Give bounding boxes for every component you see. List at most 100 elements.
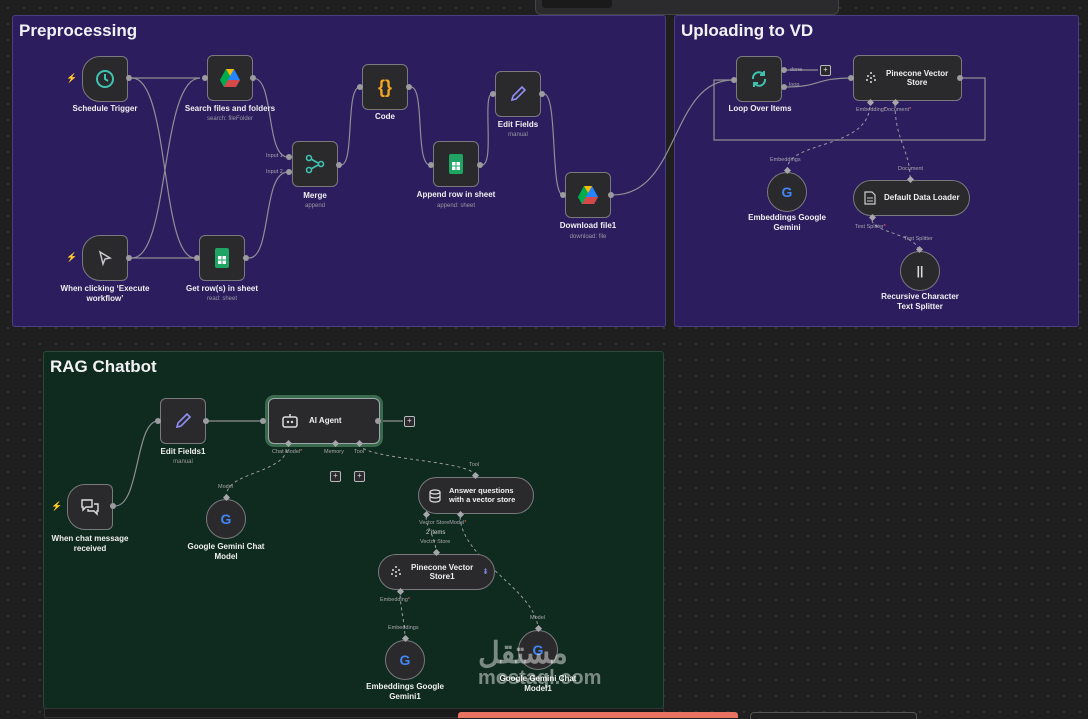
- sub-append-row: append: sheet: [436, 203, 476, 209]
- label-edit-fields: Edit Fields: [497, 120, 539, 129]
- node-recursive-splitter[interactable]: ||: [900, 251, 940, 291]
- google-g-icon: G: [220, 511, 232, 527]
- sub-merge: append: [304, 203, 326, 209]
- node-download-file[interactable]: [565, 172, 611, 218]
- port-label-vector-store-in: Vector Store: [420, 539, 451, 545]
- sub-edit-fields: manual: [508, 132, 528, 138]
- input-port[interactable]: [155, 418, 161, 424]
- output-port-loop[interactable]: [781, 84, 787, 90]
- node-pinecone-vector-store1[interactable]: Pinecone Vector Store1 ⇟: [378, 554, 495, 590]
- pinecone-title-line2: Store: [906, 78, 928, 87]
- input-port[interactable]: [202, 75, 208, 81]
- node-code[interactable]: {}: [362, 64, 408, 110]
- node-merge[interactable]: [292, 141, 338, 187]
- chat-bubbles-icon: [81, 499, 99, 516]
- output-port[interactable]: [608, 192, 614, 198]
- ai-agent-title: AI Agent: [309, 416, 342, 426]
- port-label-input1: Input 1: [266, 153, 283, 159]
- port-label-tool: Tool: [354, 449, 365, 455]
- node-chat-trigger[interactable]: [67, 484, 113, 530]
- pinecone-title-line1: Pinecone Vector: [886, 68, 949, 78]
- output-port[interactable]: [110, 503, 116, 509]
- add-memory-button[interactable]: +: [330, 471, 341, 482]
- node-gemini-chat-model[interactable]: G: [206, 499, 246, 539]
- output-port[interactable]: [375, 418, 381, 424]
- input-port[interactable]: [428, 162, 434, 168]
- node-append-row[interactable]: [433, 141, 479, 187]
- label-schedule-trigger: Schedule Trigger: [72, 104, 138, 113]
- add-node-button[interactable]: +: [404, 416, 415, 427]
- port-label-chat-model: Chat Model*: [272, 449, 302, 455]
- pinecone1-title-line1: Pinecone Vector: [411, 562, 474, 572]
- output-port[interactable]: [539, 91, 545, 97]
- node-manual-trigger[interactable]: [82, 235, 128, 281]
- required-star: *: [883, 224, 886, 230]
- port-label-input2: Input 2: [266, 169, 283, 175]
- input-port[interactable]: [260, 418, 266, 424]
- port-label-model-text: Model: [449, 520, 465, 526]
- node-embeddings-google[interactable]: G: [767, 172, 807, 212]
- output-port[interactable]: [336, 162, 342, 168]
- robot-icon: [282, 414, 298, 428]
- label-gemini-chat-line1: Google Gemini Chat: [187, 542, 265, 551]
- port-label-model1: Model: [530, 615, 545, 621]
- label-manual-trigger: When clicking ‘Execute workflow’: [61, 284, 150, 303]
- top-canvas-tab[interactable]: [535, 0, 839, 15]
- node-default-data-loader[interactable]: Default Data Loader: [853, 180, 970, 216]
- output-port[interactable]: [957, 75, 963, 81]
- sticky-title-rag: RAG Chatbot: [50, 357, 157, 376]
- label-embeddings1-line2: Gemini1: [389, 691, 421, 701]
- sub-get-rows: read: sheet: [206, 296, 238, 302]
- top-canvas-tab-inner: [542, 0, 612, 8]
- google-drive-icon: [220, 69, 240, 87]
- port-label-tool-in: Tool: [469, 462, 480, 468]
- label-download-file: Download file1: [559, 221, 617, 230]
- default-loader-title: Default Data Loader: [884, 193, 960, 203]
- output-port[interactable]: [203, 418, 209, 424]
- label-embeddings-google-line1: Embeddings Google: [748, 213, 826, 222]
- output-port-done[interactable]: [781, 67, 787, 73]
- node-pinecone-vector-store[interactable]: Pinecone Vector Store: [853, 55, 962, 101]
- input-port-1[interactable]: [286, 154, 292, 160]
- node-edit-fields[interactable]: [495, 71, 541, 117]
- output-port[interactable]: [406, 84, 412, 90]
- label-append-row: Append row in sheet: [416, 190, 496, 199]
- node-search-files[interactable]: [207, 55, 253, 101]
- watermark: مستقل mostaql.com: [478, 639, 601, 690]
- input-port[interactable]: [731, 77, 737, 83]
- output-port[interactable]: [250, 75, 256, 81]
- required-star: *: [909, 107, 912, 113]
- output-port[interactable]: [477, 162, 483, 168]
- port-label-model: Model: [218, 484, 233, 490]
- node-ai-agent[interactable]: AI Agent: [268, 398, 380, 444]
- input-port[interactable]: [560, 192, 566, 198]
- input-port[interactable]: [848, 75, 854, 81]
- google-sheets-icon: [449, 154, 463, 174]
- node-edit-fields1[interactable]: [160, 398, 206, 444]
- label-gemini-chat-model: Google Gemini Chat Model: [188, 542, 265, 561]
- output-port[interactable]: [243, 255, 249, 261]
- node-embeddings-google1[interactable]: G: [385, 640, 425, 680]
- node-schedule-trigger[interactable]: [82, 56, 128, 102]
- output-port[interactable]: [126, 255, 132, 261]
- input-port[interactable]: [357, 84, 363, 90]
- add-tool-button[interactable]: +: [354, 471, 365, 482]
- node-loop-over-items[interactable]: [736, 56, 782, 102]
- input-port[interactable]: [194, 255, 200, 261]
- database-icon: [429, 488, 441, 503]
- bottom-red-bar[interactable]: [458, 712, 738, 718]
- label-manual-trigger-line1: When clicking ‘Execute: [60, 284, 150, 293]
- google-sheets-icon: [215, 248, 229, 268]
- required-star: *: [407, 597, 410, 603]
- input-port-2[interactable]: [286, 169, 292, 175]
- port-label-embeddings1: Embeddings: [388, 625, 419, 631]
- node-answer-questions[interactable]: Answer questions with a vector store: [418, 477, 534, 514]
- node-get-rows[interactable]: [199, 235, 245, 281]
- code-braces-icon: {}: [377, 76, 392, 97]
- port-label-document-text: Document: [884, 107, 910, 113]
- output-port[interactable]: [126, 75, 132, 81]
- input-port[interactable]: [490, 91, 496, 97]
- add-node-button[interactable]: +: [820, 65, 831, 76]
- items-count: 2 items: [426, 530, 446, 536]
- label-recursive-line2: Text Splitter: [897, 301, 943, 311]
